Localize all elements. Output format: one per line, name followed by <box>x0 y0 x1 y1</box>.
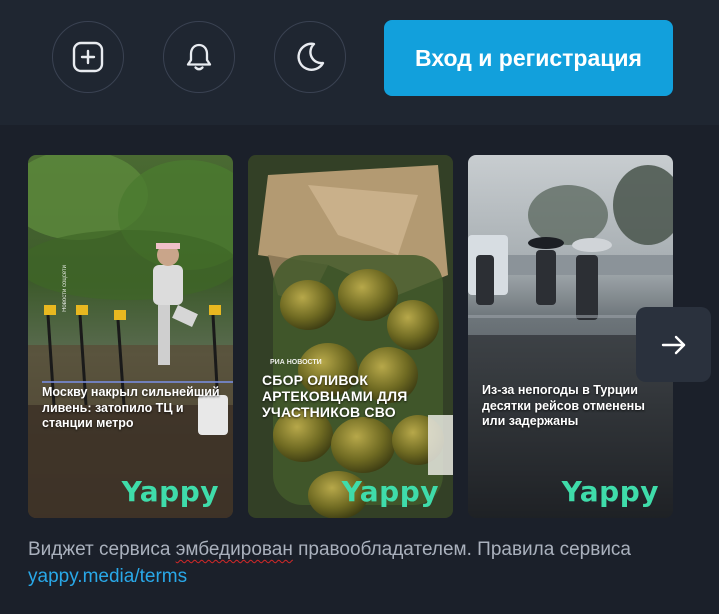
yappy-logo: Yappy <box>121 475 219 508</box>
top-bar: Вход и регистрация <box>0 0 719 125</box>
video-card-olive-harvest[interactable]: РИА НОВОСТИ СБОР ОЛИВОК АРТЕКОВЦАМИ ДЛЯ … <box>248 155 453 518</box>
yappy-logo: Yappy <box>561 475 659 508</box>
card-thumbnail-image <box>28 155 233 518</box>
disclaimer-underlined-word: эмбедирован <box>175 539 293 560</box>
theme-toggle-button[interactable] <box>274 21 346 93</box>
disclaimer-text-end: правообладателем. Правила сервиса <box>292 539 631 560</box>
moon-icon <box>297 42 325 71</box>
video-card-flood-moscow[interactable]: Новости соцсети Москву накрыл сильнейший… <box>28 155 233 518</box>
notifications-button[interactable] <box>163 21 235 93</box>
disclaimer-text-start: Виджет сервиса <box>28 539 176 560</box>
card-source-label: РИА НОВОСТИ <box>270 359 322 366</box>
card-caption: Москву накрыл сильнейший ливень: затопил… <box>42 385 220 431</box>
widget-disclaimer: Виджет сервиса эмбедирован правообладате… <box>28 536 698 590</box>
card-thumbnail-image <box>248 155 453 518</box>
card-divider-line <box>42 381 233 383</box>
card-caption: Из-за непогоды в Турции десятки рейсов о… <box>482 383 645 429</box>
terms-link[interactable]: yappy.media/terms <box>28 566 187 587</box>
yappy-logo: Yappy <box>341 475 439 508</box>
arrow-right-icon <box>661 335 685 354</box>
card-source-vertical-tag: Новости соцсети <box>62 265 68 312</box>
bell-icon <box>186 43 212 71</box>
carousel-next-button[interactable] <box>636 307 711 382</box>
add-post-button[interactable] <box>52 21 124 93</box>
login-register-button[interactable]: Вход и регистрация <box>384 20 673 96</box>
card-caption: СБОР ОЛИВОК АРТЕКОВЦАМИ ДЛЯ УЧАСТНИКОВ С… <box>262 372 408 421</box>
add-post-icon <box>72 41 104 73</box>
